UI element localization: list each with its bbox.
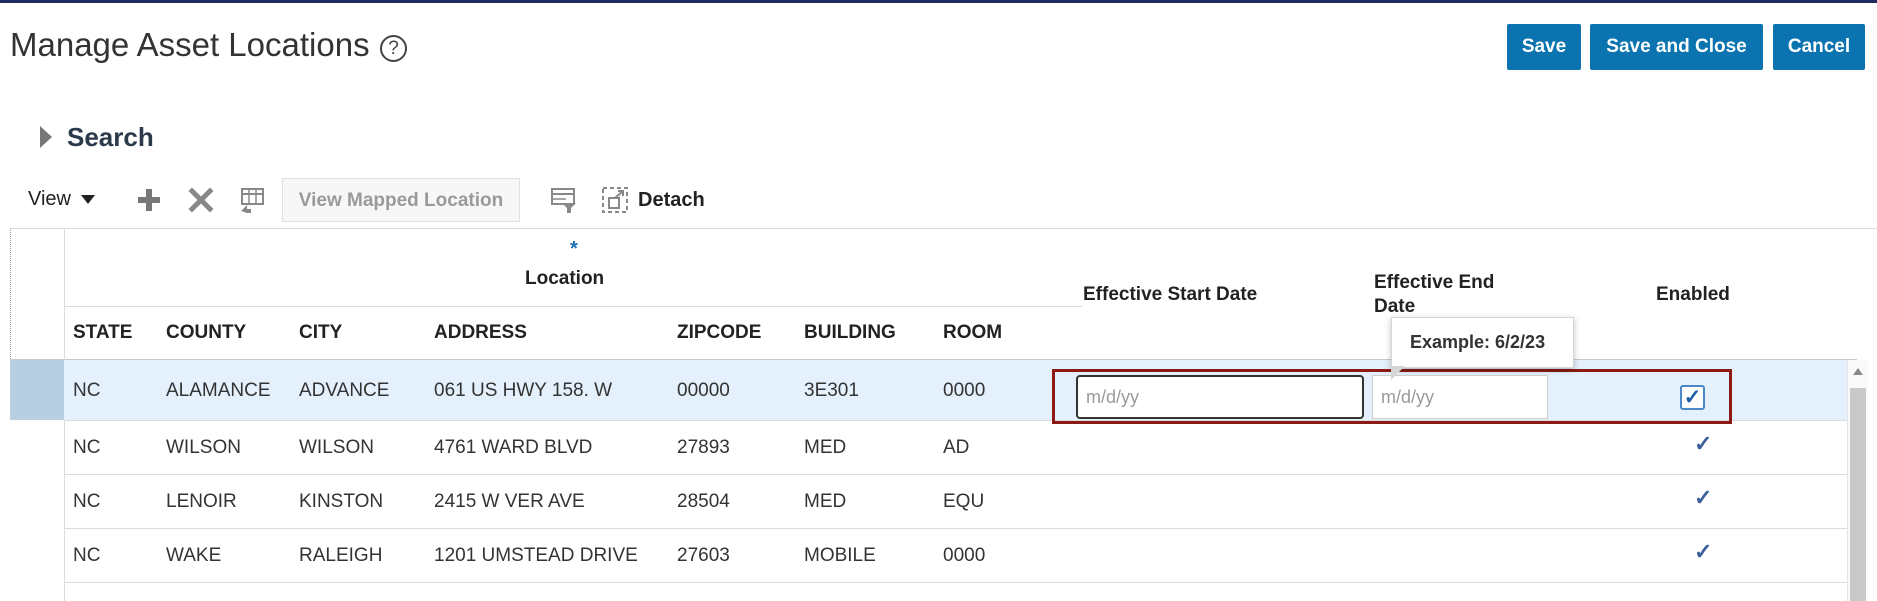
table-toolbar: View View Mapped Location Detach <box>0 178 1877 224</box>
cell-room: EQU <box>943 491 985 512</box>
required-marker: * <box>570 238 578 260</box>
column-header-zipcode[interactable]: ZIPCODE <box>677 322 761 344</box>
date-format-tooltip: Example: 6/2/23 <box>1391 317 1574 380</box>
page-title: Manage Asset Locations <box>10 26 370 63</box>
selector-header-border <box>10 228 12 359</box>
column-header-city[interactable]: CITY <box>299 322 342 344</box>
detach-button[interactable]: Detach <box>638 189 705 212</box>
table-row[interactable]: NC LENOIR KINSTON 2415 W VER AVE 28504 M… <box>64 475 1854 528</box>
cell-address: 2415 W VER AVE <box>434 491 585 512</box>
cell-building: MED <box>804 437 847 458</box>
column-header-effective-end-date[interactable]: Effective End Date <box>1374 271 1524 319</box>
cell-state: NC <box>73 545 101 566</box>
detach-icon[interactable] <box>601 186 629 214</box>
cell-zipcode: 00000 <box>677 380 730 401</box>
row-divider <box>64 582 1857 583</box>
chevron-down-icon <box>81 195 95 205</box>
save-button[interactable]: Save <box>1507 24 1581 70</box>
expand-triangle-icon <box>40 126 52 148</box>
table-vertical-scrollbar[interactable] <box>1847 360 1868 601</box>
row-selector[interactable] <box>10 360 64 420</box>
view-mapped-location-button[interactable]: View Mapped Location <box>282 178 520 222</box>
cell-county: ALAMANCE <box>166 380 271 401</box>
cell-zipcode: 28504 <box>677 491 730 512</box>
cell-building: MOBILE <box>804 545 876 566</box>
search-section-label: Search <box>67 122 154 152</box>
save-and-close-button[interactable]: Save and Close <box>1590 24 1763 70</box>
help-icon[interactable]: ? <box>380 35 407 62</box>
cell-address: 061 US HWY 158. W <box>434 380 613 401</box>
tooltip-pointer <box>1391 366 1405 380</box>
table-row[interactable]: NC WILSON WILSON 4761 WARD BLVD 27893 ME… <box>64 421 1854 474</box>
top-accent-bar <box>0 0 1877 3</box>
cell-room: 0000 <box>943 545 986 566</box>
tooltip-text: Example: 6/2/23 <box>1410 332 1546 352</box>
cell-building: 3E301 <box>804 380 859 401</box>
table-row[interactable]: NC WAKE RALEIGH 1201 UMSTEAD DRIVE 27603… <box>64 529 1854 582</box>
column-header-building[interactable]: BUILDING <box>804 322 896 344</box>
cell-address: 4761 WARD BLVD <box>434 437 593 458</box>
cell-city: WILSON <box>299 437 374 458</box>
view-menu-label: View <box>28 188 71 210</box>
cell-city: ADVANCE <box>299 380 390 401</box>
delete-icon[interactable] <box>187 186 215 214</box>
column-header-room[interactable]: ROOM <box>943 322 1002 344</box>
column-header-address[interactable]: ADDRESS <box>434 322 527 344</box>
filter-icon[interactable] <box>550 186 578 214</box>
cell-city: KINSTON <box>299 491 384 512</box>
cell-state: NC <box>73 491 101 512</box>
cell-zipcode: 27893 <box>677 437 730 458</box>
column-header-state[interactable]: STATE <box>73 322 132 344</box>
column-header-enabled[interactable]: Enabled <box>1656 284 1730 306</box>
enabled-check-icon: ✓ <box>1694 431 1713 456</box>
enabled-checkbox[interactable]: ✓ <box>1680 385 1705 410</box>
cell-city: RALEIGH <box>299 545 383 566</box>
location-group-divider <box>64 306 1082 307</box>
enabled-check-icon: ✓ <box>1694 539 1713 564</box>
cell-county: LENOIR <box>166 491 237 512</box>
cell-county: WILSON <box>166 437 241 458</box>
column-header-effective-start-date[interactable]: Effective Start Date <box>1083 284 1257 306</box>
cell-county: WAKE <box>166 545 222 566</box>
enabled-check-icon: ✓ <box>1694 485 1713 510</box>
cell-zipcode: 27603 <box>677 545 730 566</box>
add-icon[interactable] <box>135 186 163 214</box>
table-top-border <box>10 228 1877 229</box>
cell-room: AD <box>943 437 970 458</box>
column-header-county[interactable]: COUNTY <box>166 322 246 344</box>
scroll-up-arrow-icon[interactable] <box>1853 368 1863 375</box>
cancel-button[interactable]: Cancel <box>1773 24 1865 70</box>
cell-state: NC <box>73 380 101 401</box>
table-columns-icon[interactable] <box>238 186 266 214</box>
scrollbar-thumb[interactable] <box>1850 388 1866 601</box>
effective-end-date-input[interactable] <box>1372 375 1548 419</box>
cell-address: 1201 UMSTEAD DRIVE <box>434 545 638 566</box>
cell-building: MED <box>804 491 847 512</box>
cell-state: NC <box>73 437 101 458</box>
location-group-header: Location <box>525 268 605 289</box>
effective-start-date-input[interactable] <box>1076 375 1364 419</box>
view-menu[interactable]: View <box>28 188 95 211</box>
cell-room: 0000 <box>943 380 986 401</box>
